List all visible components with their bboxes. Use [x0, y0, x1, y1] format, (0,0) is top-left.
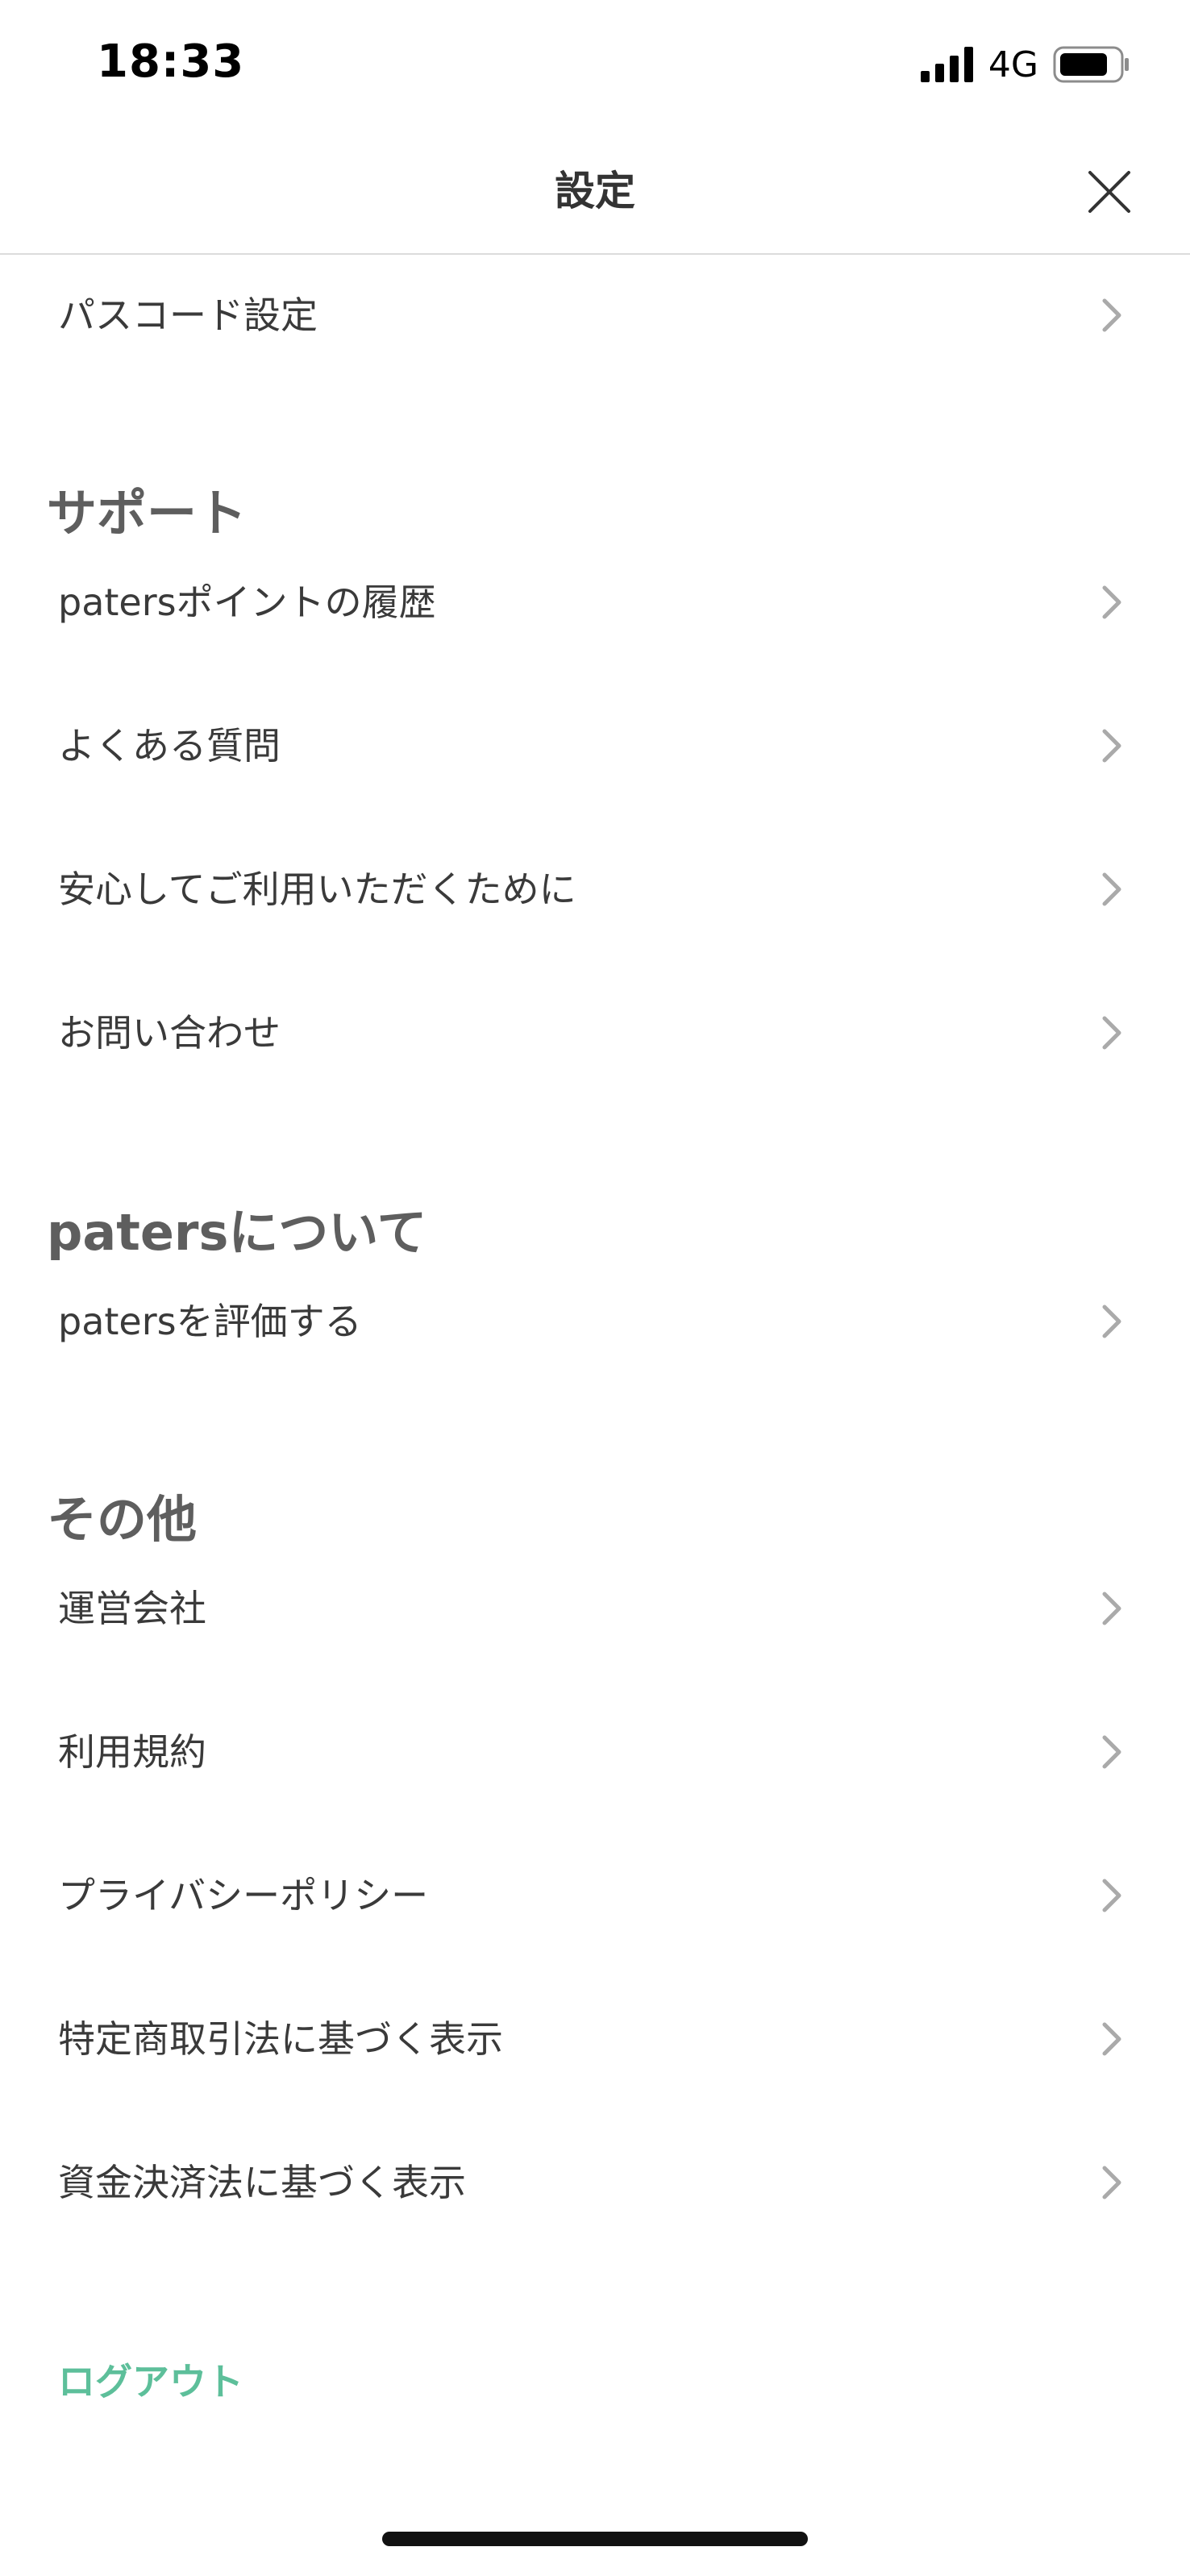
row-label: 資金決済法に基づく表示 — [58, 2161, 466, 2204]
chevron-right-icon — [1102, 1592, 1121, 1625]
row-label: 運営会社 — [58, 1587, 206, 1630]
row-label: patersポイントの履歴 — [58, 581, 436, 624]
row-faq[interactable]: よくある質問 — [0, 685, 1190, 806]
row-passcode-settings[interactable]: パスコード設定 — [0, 255, 1190, 376]
row-label: 特定商取引法に基づく表示 — [58, 2017, 503, 2061]
section-title-other: その他 — [47, 1490, 198, 1549]
row-terms-of-service[interactable]: 利用規約 — [0, 1692, 1190, 1812]
status-bar: 18:33 4G — [0, 0, 1190, 129]
section-title-about: patersについて — [47, 1203, 427, 1262]
page-title: 設定 — [555, 168, 635, 214]
close-icon — [1088, 171, 1130, 213]
status-indicators: 4G — [920, 42, 1130, 87]
section-title-support: サポート — [47, 484, 248, 543]
network-label: 4G — [988, 44, 1038, 85]
chevron-right-icon — [1102, 1305, 1121, 1338]
status-time: 18:33 — [97, 35, 245, 88]
logout-button[interactable]: ログアウト — [58, 2353, 243, 2406]
row-label: 利用規約 — [58, 1730, 206, 1774]
row-label: プライバシーポリシー — [58, 1874, 429, 1917]
chevron-right-icon — [1102, 1016, 1121, 1050]
chevron-right-icon — [1102, 2022, 1121, 2056]
row-label: パスコード設定 — [58, 293, 318, 337]
chevron-right-icon — [1102, 298, 1121, 332]
row-contact[interactable]: お問い合わせ — [0, 972, 1190, 1093]
row-label: お問い合わせ — [58, 1011, 281, 1055]
row-safety-guide[interactable]: 安心してご利用いただくために — [0, 829, 1190, 950]
row-paters-points-history[interactable]: patersポイントの履歴 — [0, 542, 1190, 663]
row-operating-company[interactable]: 運営会社 — [0, 1548, 1190, 1669]
chevron-right-icon — [1102, 2166, 1121, 2199]
row-payment-services-act[interactable]: 資金決済法に基づく表示 — [0, 2122, 1190, 2243]
row-privacy-policy[interactable]: プライバシーポリシー — [0, 1835, 1190, 1956]
row-rate-paters[interactable]: patersを評価する — [0, 1261, 1190, 1382]
close-button[interactable] — [1085, 168, 1134, 216]
chevron-right-icon — [1102, 1735, 1121, 1769]
signal-icon — [920, 47, 973, 82]
row-specified-commercial-transactions[interactable]: 特定商取引法に基づく表示 — [0, 1979, 1190, 2100]
header: 設定 — [0, 129, 1190, 255]
home-indicator[interactable] — [382, 2532, 808, 2546]
row-label: 安心してご利用いただくために — [58, 868, 576, 911]
chevron-right-icon — [1102, 729, 1121, 763]
battery-icon — [1053, 46, 1129, 83]
chevron-right-icon — [1102, 1879, 1121, 1912]
row-label: よくある質問 — [58, 724, 281, 768]
chevron-right-icon — [1102, 585, 1121, 619]
row-label: patersを評価する — [58, 1300, 362, 1343]
chevron-right-icon — [1102, 872, 1121, 906]
